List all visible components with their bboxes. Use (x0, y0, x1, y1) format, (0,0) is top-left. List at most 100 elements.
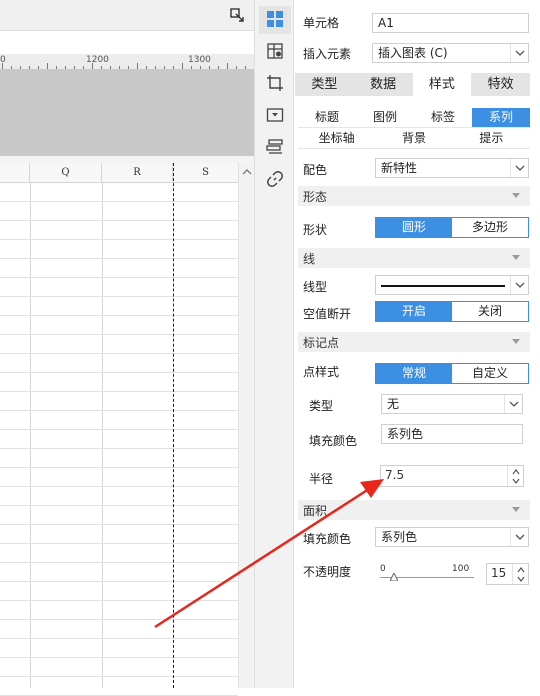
toolbar-strip (0, 0, 254, 31)
area-fill-color-value: 系列色 (381, 530, 418, 544)
subtab-legend[interactable]: 图例 (356, 108, 414, 128)
cell-properties-icon[interactable] (266, 10, 284, 28)
chevron-down-icon[interactable] (510, 528, 528, 546)
row-gridline (0, 467, 238, 468)
marker-fill-color-label: 填充颜色 (309, 434, 358, 448)
radius-label: 半径 (309, 472, 334, 486)
opacity-spinner[interactable]: 15 (486, 563, 529, 585)
sub-tabs-row-1: 标题 图例 标签 系列 (298, 108, 530, 128)
ruler-tick (92, 63, 93, 69)
column-header-p[interactable] (0, 163, 30, 183)
ruler-tick (137, 63, 138, 69)
cell-input[interactable]: A1 (372, 13, 529, 33)
chevron-down-icon[interactable] (504, 395, 522, 413)
decrement-icon[interactable] (517, 576, 525, 582)
page-break-line (173, 163, 174, 688)
chevron-down-icon[interactable] (510, 159, 528, 177)
row-gridline (0, 543, 238, 544)
widget-dropdown-icon[interactable] (266, 106, 284, 124)
opacity-slider[interactable]: 0 100 (380, 564, 480, 585)
color-scheme-select[interactable]: 新特性 (375, 158, 529, 178)
opacity-label: 不透明度 (303, 565, 352, 579)
collapse-panel-icon[interactable] (230, 8, 244, 22)
subtab-axis[interactable]: 坐标轴 (298, 129, 376, 149)
section-line-header[interactable]: 线 (298, 248, 530, 268)
ruler-tick (164, 66, 165, 69)
color-scheme-label: 配色 (303, 163, 328, 177)
marker-type-value: 无 (387, 397, 400, 411)
tab-type[interactable]: 类型 (295, 73, 354, 96)
subtab-background[interactable]: 背景 (375, 129, 453, 149)
crop-frame-icon[interactable] (266, 74, 284, 92)
null-break-off[interactable]: 关闭 (452, 302, 528, 321)
cell-grid[interactable] (0, 183, 238, 696)
section-area-header[interactable]: 面积 (298, 500, 530, 520)
subtab-series[interactable]: 系列 (472, 108, 530, 128)
ruler-tick (20, 66, 21, 69)
row-gridline (0, 676, 238, 677)
increment-icon[interactable] (517, 567, 525, 573)
row-gridline (0, 315, 238, 316)
ruler-tick (110, 66, 111, 69)
decrement-icon[interactable] (512, 478, 520, 484)
cell-element-icon[interactable] (266, 42, 284, 60)
marker-fill-color-picker[interactable]: 系列色 (381, 424, 523, 444)
insert-element-select[interactable]: 插入图表 (C) (372, 43, 529, 63)
vertical-scrollbar[interactable] (238, 163, 254, 688)
chevron-down-icon[interactable] (510, 44, 528, 62)
radius-spinner[interactable]: 7.5 (380, 465, 524, 487)
line-type-select[interactable] (375, 275, 529, 295)
subtab-tooltip[interactable]: 提示 (452, 129, 530, 149)
increment-icon[interactable] (512, 469, 520, 475)
ruler-tick (218, 66, 219, 69)
opacity-min-label: 0 (380, 564, 386, 574)
column-header-r[interactable]: R (102, 163, 173, 183)
row-gridline (0, 600, 238, 601)
horizontal-ruler: 0 1200 1300 (0, 54, 254, 70)
sub-tabs-row-2: 坐标轴 背景 提示 (298, 129, 530, 149)
column-header-row: Q R S (0, 163, 238, 183)
layer-stack-icon[interactable] (266, 138, 284, 156)
section-form-header[interactable]: 形态 (298, 186, 530, 206)
shape-toggle: 圆形 多边形 (375, 217, 529, 238)
point-style-custom[interactable]: 自定义 (452, 364, 528, 383)
ruler-tick (173, 66, 174, 69)
ruler-tick (236, 66, 237, 69)
subtab-label[interactable]: 标签 (414, 108, 472, 128)
null-break-on[interactable]: 开启 (376, 302, 452, 321)
tab-data[interactable]: 数据 (354, 73, 413, 96)
ruler-tick (128, 66, 129, 69)
row-gridline (0, 448, 238, 449)
chevron-down-icon[interactable] (510, 276, 528, 294)
hyperlink-icon[interactable] (266, 170, 284, 188)
row-gridline (0, 581, 238, 582)
shape-option-circle[interactable]: 圆形 (376, 218, 452, 237)
tab-effects[interactable]: 特效 (471, 73, 530, 96)
row-gridline (0, 505, 238, 506)
scroll-up-icon[interactable] (242, 167, 252, 177)
chart-canvas-area[interactable] (0, 70, 254, 156)
row-gridline (0, 334, 238, 335)
ruler-tick (47, 63, 48, 69)
insert-element-label: 插入元素 (303, 47, 352, 61)
color-scheme-value: 新特性 (381, 161, 418, 175)
radius-stepper[interactable] (507, 466, 523, 486)
section-marker-header[interactable]: 标记点 (298, 332, 530, 352)
slider-handle[interactable] (390, 573, 399, 581)
row-gridline (0, 638, 238, 639)
column-header-q[interactable]: Q (30, 163, 102, 183)
subtab-title[interactable]: 标题 (298, 108, 356, 128)
ruler-tick (191, 66, 192, 69)
shape-option-polygon[interactable]: 多边形 (452, 218, 528, 237)
tab-style[interactable]: 样式 (412, 73, 472, 96)
point-style-normal[interactable]: 常规 (376, 364, 452, 383)
radius-value: 7.5 (385, 468, 405, 482)
collapse-triangle-icon (512, 339, 520, 344)
area-fill-color-select[interactable]: 系列色 (375, 527, 529, 547)
null-break-toggle: 开启 关闭 (375, 301, 529, 322)
opacity-stepper[interactable] (512, 564, 528, 584)
row-gridline (0, 372, 238, 373)
column-header-s[interactable]: S (173, 163, 238, 183)
row-gridline (0, 410, 238, 411)
marker-type-select[interactable]: 无 (381, 394, 523, 414)
